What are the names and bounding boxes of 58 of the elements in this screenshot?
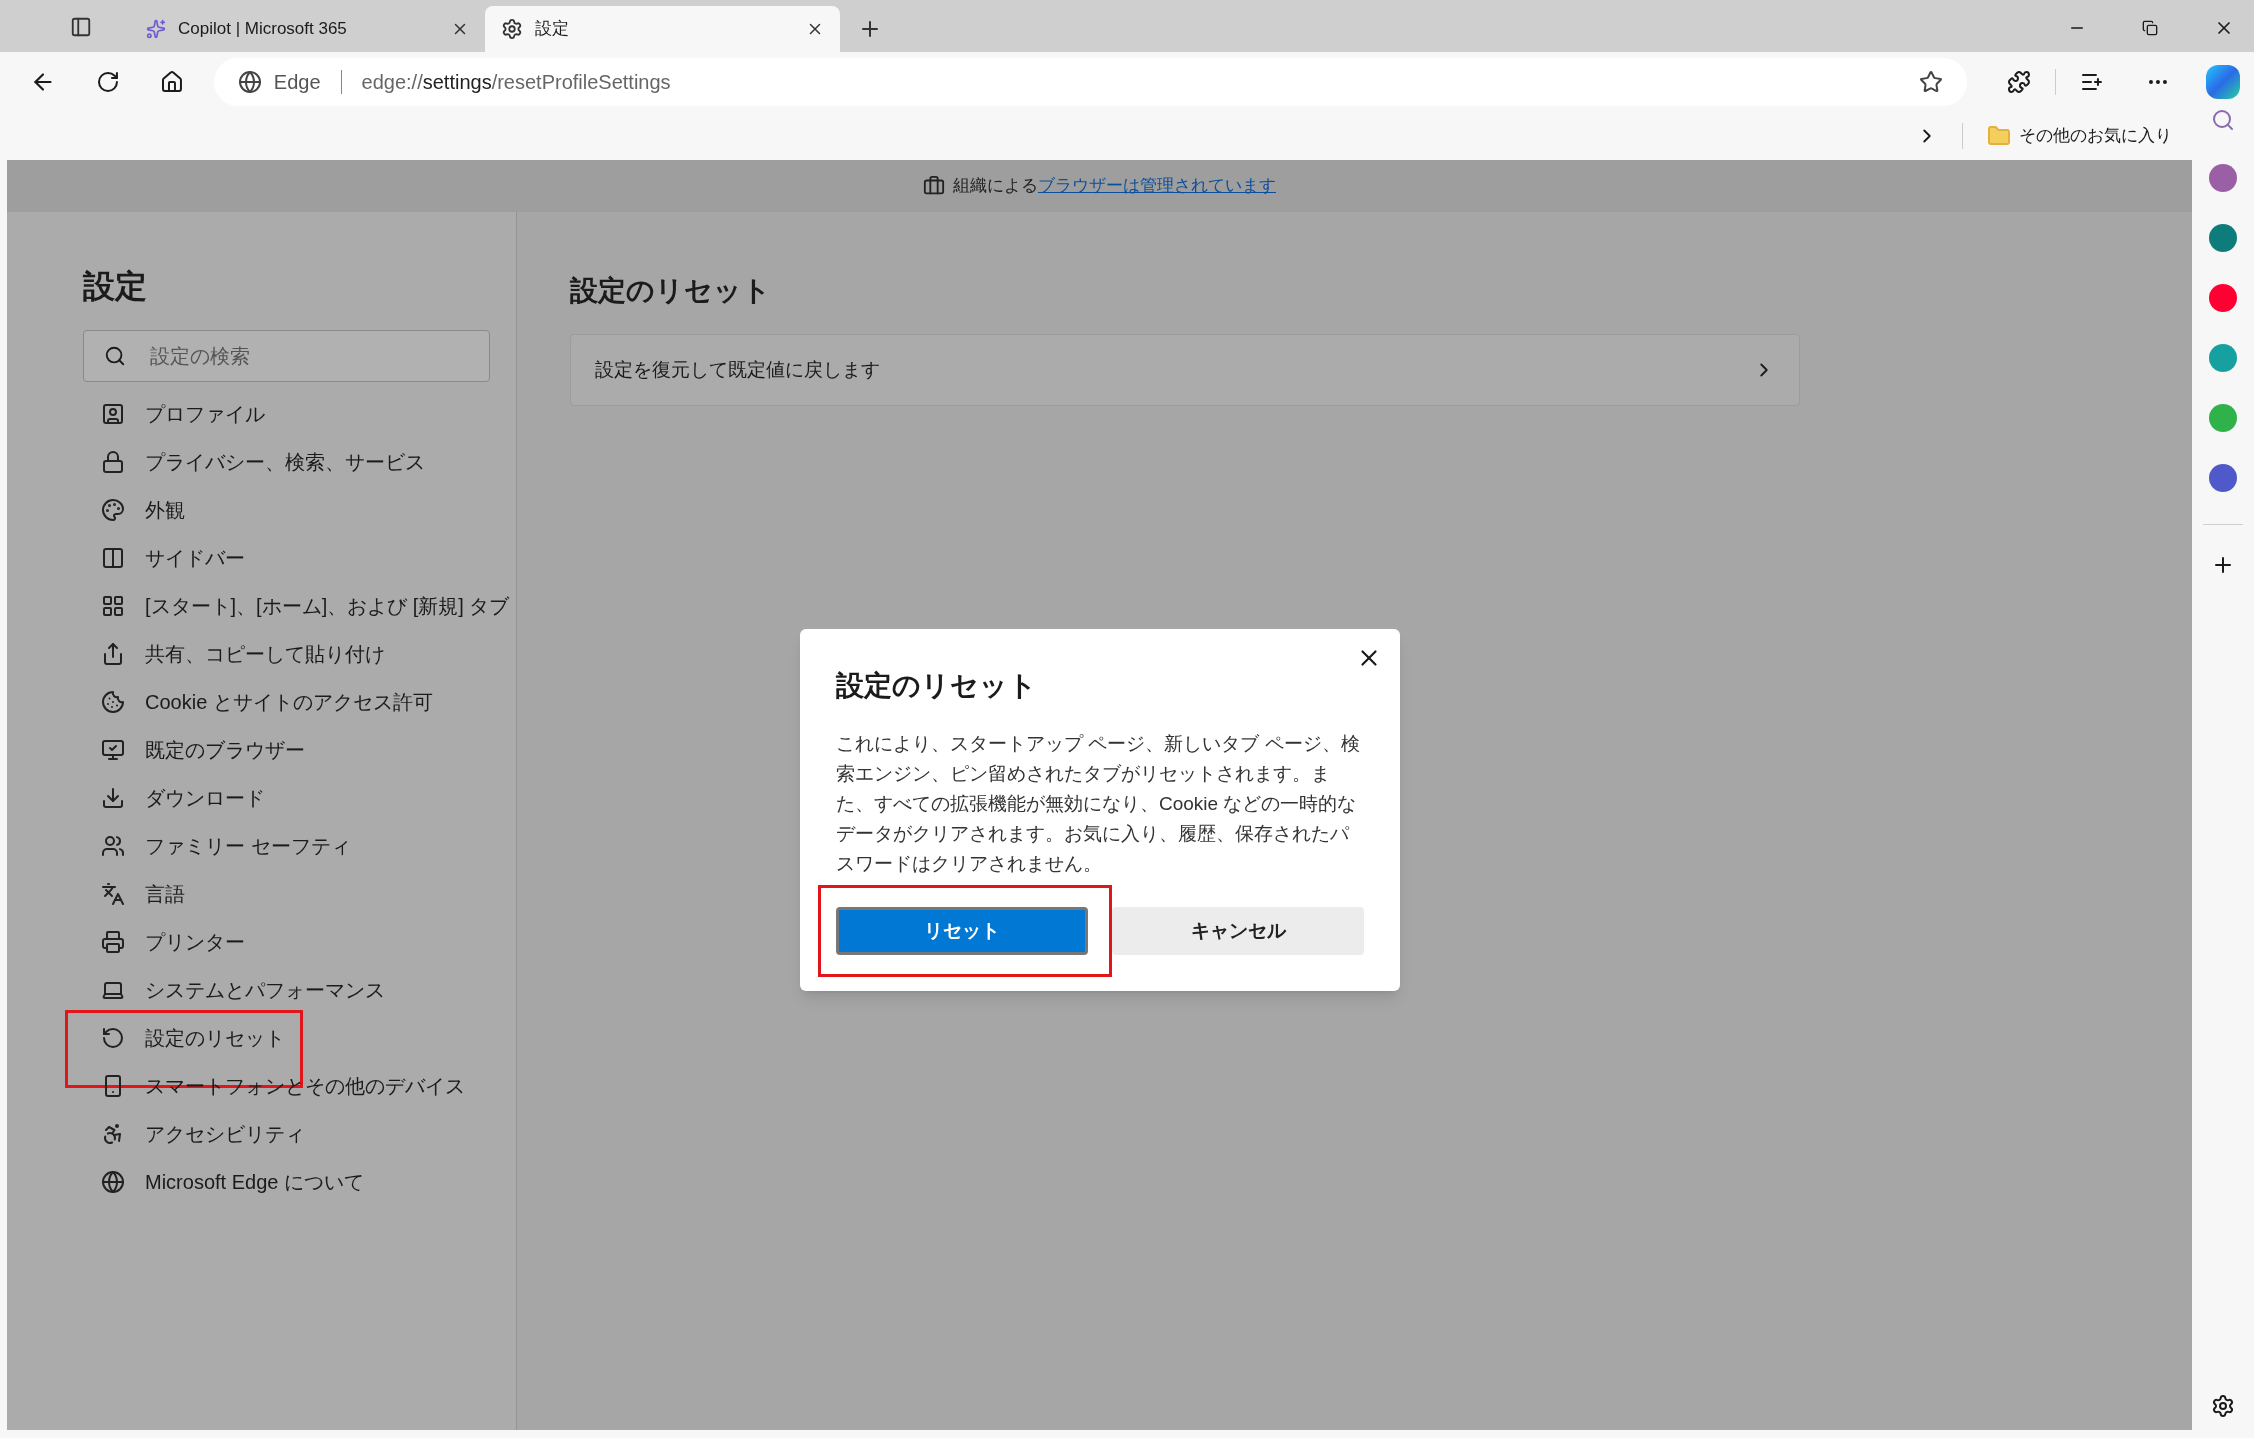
sidebar-icon bbox=[101, 546, 125, 570]
page-title: 設定のリセット bbox=[570, 274, 772, 308]
nav-item[interactable]: Cookie とサイトのアクセス許可 bbox=[83, 687, 433, 717]
refresh-icon[interactable] bbox=[95, 70, 120, 94]
search-icon[interactable] bbox=[2211, 108, 2235, 132]
printer-icon bbox=[101, 930, 125, 954]
dialog-title: 設定のリセット bbox=[836, 669, 1038, 703]
lock-icon bbox=[101, 450, 125, 474]
address-bar[interactable]: Edge edge://settings/resetProfileSettings bbox=[213, 58, 1968, 106]
nav-item[interactable]: 既定のブラウザー bbox=[83, 735, 305, 765]
nav-item[interactable]: ファミリー セーフティ bbox=[83, 831, 351, 861]
settings-row[interactable]: 設定を復元して既定値に戻します bbox=[570, 334, 1800, 406]
profile-icon bbox=[101, 402, 125, 426]
nav-item[interactable]: サイドバー bbox=[83, 543, 245, 573]
nav-item[interactable]: 共有、コピーして貼り付け bbox=[83, 639, 385, 669]
cancel-button[interactable]: キャンセル bbox=[1112, 907, 1364, 955]
site-label: Edge bbox=[273, 70, 321, 95]
banner-text: 組織によるブラウザーは管理されています bbox=[953, 175, 1276, 198]
home-icon[interactable] bbox=[159, 70, 184, 94]
nav-item[interactable]: システムとパフォーマンス bbox=[83, 975, 385, 1005]
nav-item[interactable]: プロファイル bbox=[83, 399, 265, 429]
grid-icon bbox=[101, 594, 125, 618]
favorite-star-icon[interactable] bbox=[1919, 70, 1944, 94]
nav-item[interactable]: プライバシー、検索、サービス bbox=[83, 447, 425, 477]
nav-item[interactable]: 外観 bbox=[83, 495, 185, 525]
reset-button[interactable]: リセット bbox=[836, 907, 1088, 955]
restore-icon[interactable] bbox=[2142, 20, 2158, 36]
briefcase-icon bbox=[923, 175, 945, 197]
reset-icon bbox=[101, 1026, 125, 1050]
download-icon bbox=[101, 786, 125, 810]
browser-tab[interactable]: 設定 bbox=[485, 6, 840, 52]
dialog-message: これにより、スタートアップ ページ、新しいタブ ページ、検索エンジン、ピン留めされたタブがリセットされます。また、すべての拡張機能が無効になり、Cookie などの一時的なデータがクリアされます。お気に入り、履歴、保存されたパスワードはクリアされません。 bbox=[836, 732, 1361, 876]
language-icon bbox=[101, 882, 125, 906]
nav-item[interactable]: アクセシビリティ bbox=[83, 1119, 305, 1149]
family-icon bbox=[101, 834, 125, 858]
tab-actions-icon[interactable] bbox=[70, 16, 92, 38]
search-icon bbox=[104, 345, 126, 367]
favorites-folder[interactable]: その他のお気に入り bbox=[2019, 123, 2172, 149]
nav-item[interactable]: 設定のリセット bbox=[83, 1023, 285, 1053]
settings-title: 設定 bbox=[83, 267, 148, 306]
nav-item[interactable]: プリンター bbox=[83, 927, 245, 957]
nav-item[interactable]: Microsoft Edge について bbox=[83, 1167, 364, 1197]
settings-search-field[interactable]: 設定の検索 bbox=[83, 330, 490, 382]
palette-icon bbox=[101, 498, 125, 522]
nav-item[interactable]: 言語 bbox=[83, 879, 185, 909]
tab-title: Copilot | Microsoft 365 bbox=[178, 18, 348, 41]
share-icon bbox=[101, 642, 125, 666]
nav-item[interactable]: [スタート]、[ホーム]、および [新規] タブ bbox=[83, 591, 510, 621]
browser-tab[interactable]: Copilot | Microsoft 365 bbox=[130, 6, 485, 52]
settings-icon[interactable] bbox=[2211, 1394, 2235, 1418]
tab-title: 設定 bbox=[535, 18, 570, 41]
settings-icon bbox=[501, 18, 523, 40]
nav-item[interactable]: ダウンロード bbox=[83, 783, 265, 813]
url-text: edge://settings/resetProfileSettings bbox=[361, 70, 672, 95]
folder-icon bbox=[1987, 124, 2011, 148]
browser-check-icon bbox=[101, 738, 125, 762]
extensions-icon[interactable] bbox=[2007, 70, 2032, 94]
cookie-icon bbox=[101, 690, 125, 714]
